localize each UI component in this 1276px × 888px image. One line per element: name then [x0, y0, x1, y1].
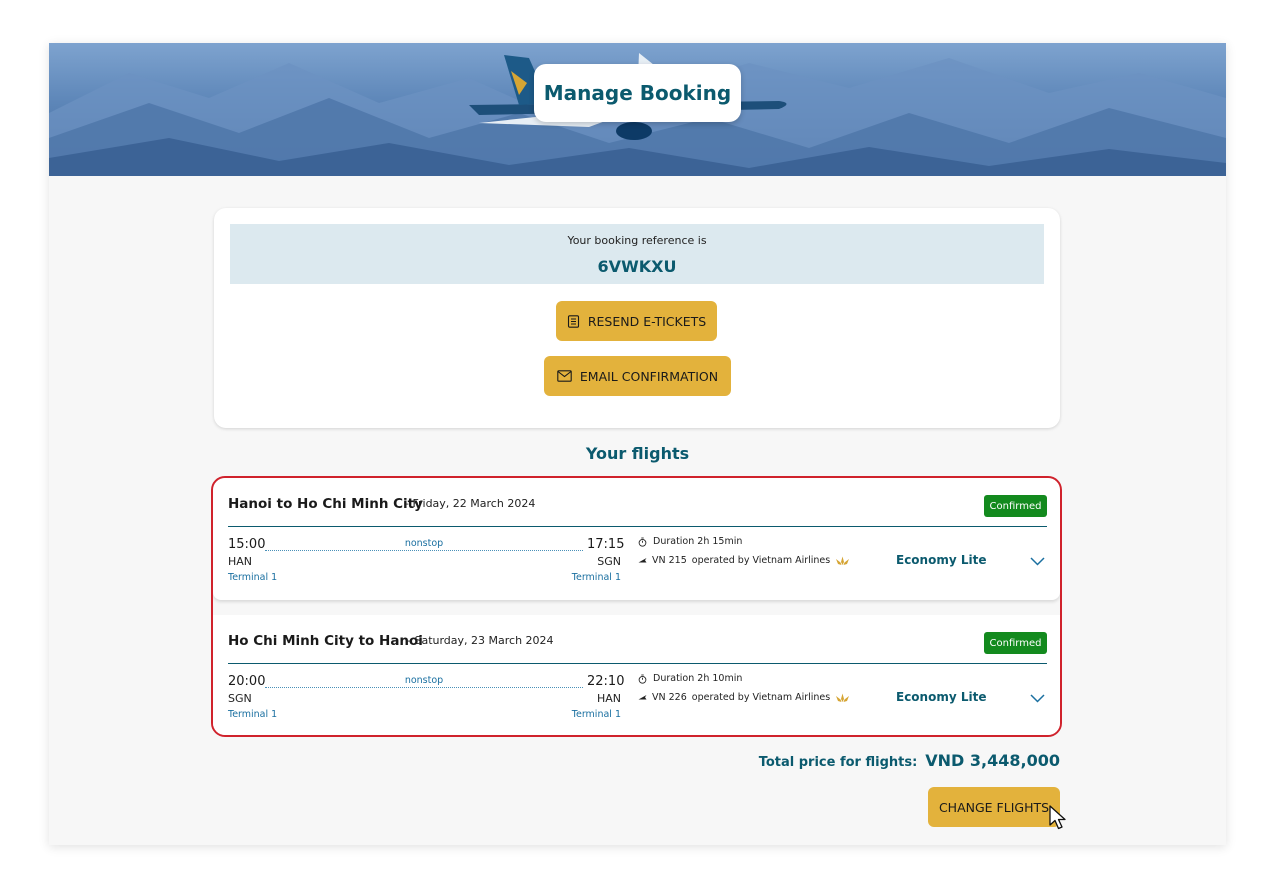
arrival-airport: HAN: [596, 692, 621, 705]
your-flights-heading: Your flights: [585, 444, 690, 463]
departure-terminal: Terminal 1: [228, 572, 278, 583]
departure-time: 15:00: [228, 537, 266, 552]
email-confirmation-button[interactable]: EMAIL CONFIRMATION: [544, 356, 731, 396]
arrival-terminal: Terminal 1: [571, 572, 621, 583]
flight-number: VN 215: [652, 555, 687, 566]
duration: Duration 2h 10min: [638, 673, 742, 684]
flight-date: - Friday, 22 March 2024: [405, 497, 536, 510]
resend-e-tickets-button[interactable]: RESEND E-TICKETS: [556, 301, 717, 341]
status-badge: Confirmed: [984, 495, 1047, 517]
operator-text: operated by Vietnam Airlines: [691, 555, 831, 566]
flight-info: VN 226 operated by Vietnam Airlines: [638, 692, 850, 703]
departure-terminal: Terminal 1: [228, 709, 278, 720]
departure-airport: SGN: [228, 692, 252, 705]
plane-icon: [638, 558, 647, 563]
route-line: [265, 550, 583, 551]
arrival-time: 17:15: [587, 537, 625, 552]
document-icon: [567, 314, 579, 328]
stopwatch-icon: [638, 537, 647, 547]
flight-number: VN 226: [652, 692, 687, 703]
divider: [228, 526, 1047, 527]
chevron-down-icon[interactable]: [1030, 694, 1045, 703]
booking-reference-box: Your booking reference is 6VWKXU: [230, 224, 1044, 284]
arrival-airport: SGN: [597, 555, 621, 568]
duration-text: Duration 2h 10min: [653, 673, 743, 684]
chevron-down-icon[interactable]: [1030, 557, 1045, 566]
status-badge: Confirmed: [984, 632, 1047, 654]
divider: [228, 663, 1047, 664]
hero-banner: Manage Booking: [49, 43, 1226, 176]
page-title: Manage Booking: [543, 81, 732, 105]
total-price-label: Total price for flights:: [758, 755, 918, 770]
page-title-box: Manage Booking: [534, 64, 741, 122]
total-price: Total price for flights: VND 3,448,000: [759, 751, 1060, 770]
stops-label: nonstop: [404, 538, 444, 549]
flight-route: Hanoi to Ho Chi Minh City: [228, 496, 423, 512]
booking-reference-code: 6VWKXU: [597, 257, 677, 276]
duration: Duration 2h 15min: [638, 536, 742, 547]
fare-class: Economy Lite: [896, 690, 987, 704]
stops-label: nonstop: [404, 675, 444, 686]
total-price-value: VND 3,448,000: [925, 751, 1060, 770]
booking-reference-label: Your booking reference is: [567, 234, 707, 247]
arrival-terminal: Terminal 1: [571, 709, 621, 720]
email-confirmation-label: EMAIL CONFIRMATION: [579, 368, 719, 384]
mouse-cursor-icon: [1049, 805, 1066, 830]
envelope-icon: [557, 370, 572, 382]
change-flights-button[interactable]: CHANGE FLIGHTS: [928, 787, 1060, 827]
flight-route: Ho Chi Minh City to Hanoi: [228, 633, 423, 649]
fare-class: Economy Lite: [896, 553, 987, 567]
route-line: [265, 687, 583, 688]
flight-card: Hanoi to Ho Chi Minh City - Friday, 22 M…: [213, 478, 1060, 600]
flight-date: - Saturday, 23 March 2024: [407, 634, 554, 647]
change-flights-label: CHANGE FLIGHTS: [938, 799, 1050, 815]
flights-list: Hanoi to Ho Chi Minh City - Friday, 22 M…: [211, 476, 1062, 737]
operator-text: operated by Vietnam Airlines: [691, 692, 831, 703]
flight-info: VN 215 operated by Vietnam Airlines: [638, 555, 850, 566]
duration-text: Duration 2h 15min: [653, 536, 743, 547]
booking-summary-card: Your booking reference is 6VWKXU RESEND …: [214, 208, 1060, 428]
stopwatch-icon: [638, 674, 647, 684]
lotus-logo-icon: [836, 693, 850, 702]
arrival-time: 22:10: [587, 674, 625, 689]
resend-e-tickets-label: RESEND E-TICKETS: [587, 313, 707, 329]
departure-time: 20:00: [228, 674, 266, 689]
page-frame: Manage Booking Your booking reference is…: [49, 43, 1226, 845]
flight-card: Ho Chi Minh City to Hanoi - Saturday, 23…: [213, 615, 1060, 735]
plane-icon: [638, 695, 647, 700]
departure-airport: HAN: [228, 555, 253, 568]
lotus-logo-icon: [836, 556, 850, 565]
